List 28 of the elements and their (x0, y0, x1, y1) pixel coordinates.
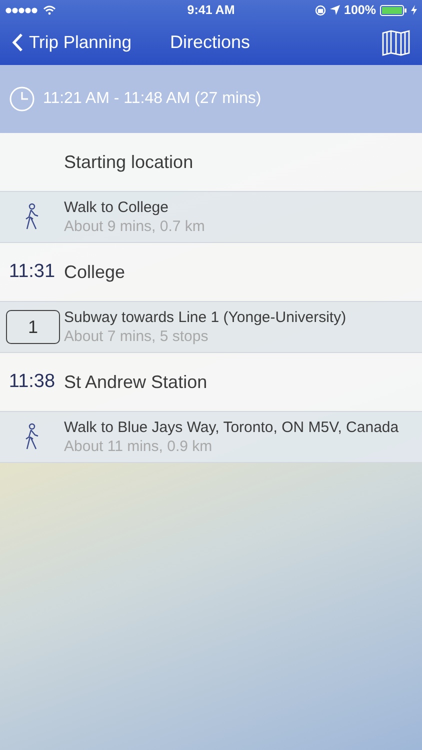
signal-icon (5, 6, 39, 14)
location-arrow-icon (330, 5, 340, 15)
step-title: Walk to Blue Jays Way, Toronto, ON M5V, Canada (64, 419, 399, 436)
pedestrian-icon (24, 423, 40, 451)
route-badge: 1 (6, 310, 60, 344)
step-detail: About 9 mins, 0.7 km (64, 218, 205, 235)
battery-percent: 100% (344, 3, 376, 17)
status-time: 9:41 AM (187, 3, 235, 17)
charging-icon (411, 5, 417, 15)
pedestrian-icon (24, 203, 40, 231)
rotation-lock-icon (315, 4, 326, 16)
step-title: Walk to College (64, 199, 170, 216)
chevron-left-icon (12, 33, 23, 52)
back-button[interactable]: Trip Planning (12, 32, 132, 53)
battery-icon (380, 4, 407, 16)
map-icon[interactable] (382, 30, 410, 56)
stop-name: Starting location (64, 152, 194, 172)
arrival-time: 11:38 (8, 371, 56, 393)
clock-icon (9, 86, 35, 112)
nav-title: Directions (170, 32, 250, 53)
step-title: Subway towards Line 1 (Yonge-University) (64, 309, 346, 326)
stop-name: College (64, 262, 126, 282)
trip-time-range: 11:21 AM - 11:48 AM (27 mins) (43, 90, 262, 108)
wifi-icon (43, 5, 56, 15)
step-detail: About 7 mins, 5 stops (64, 328, 210, 345)
stop-name: St Andrew Station (64, 372, 208, 392)
step-detail: About 11 mins, 0.9 km (64, 438, 214, 455)
arrival-time: 11:31 (8, 261, 56, 283)
